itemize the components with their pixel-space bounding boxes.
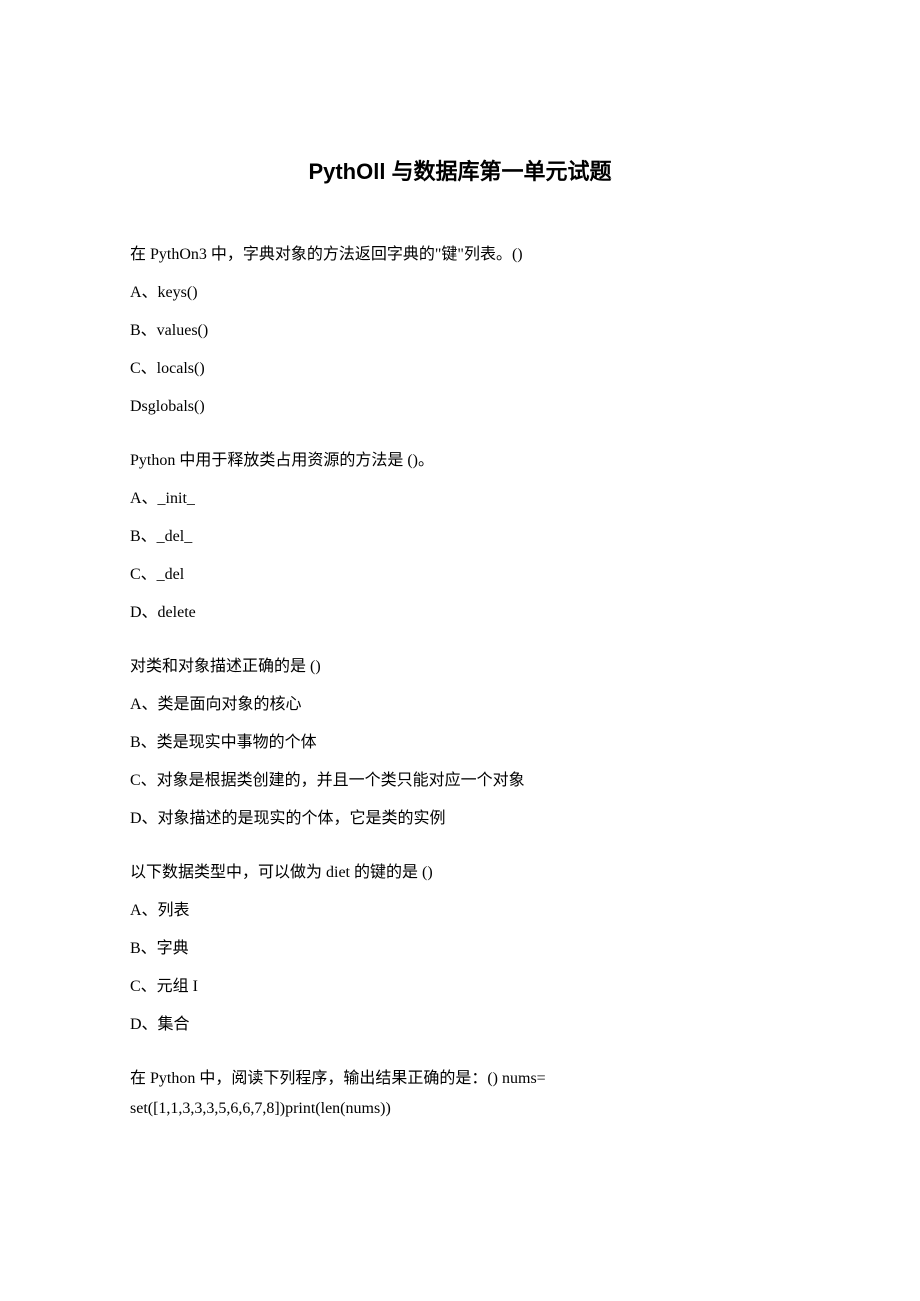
question-text: Python 中用于释放类占用资源的方法是 ()。 xyxy=(130,449,790,473)
option-c: C、_del xyxy=(130,563,790,587)
question-code-line: set([1,1,3,3,3,5,6,6,7,8])print(len(nums… xyxy=(130,1097,790,1121)
option-b: B、values() xyxy=(130,319,790,343)
question-text: 在 PythOn3 中，字典对象的方法返回字典的"键"列表。() xyxy=(130,243,790,267)
option-d: D、delete xyxy=(130,601,790,625)
question-text: 对类和对象描述正确的是 () xyxy=(130,655,790,679)
question-3: 对类和对象描述正确的是 () A、类是面向对象的核心 B、类是现实中事物的个体 … xyxy=(130,655,790,831)
question-4: 以下数据类型中，可以做为 diet 的键的是 () A、列表 B、字典 C、元组… xyxy=(130,861,790,1037)
option-d: Dsglobals() xyxy=(130,395,790,419)
option-a: A、列表 xyxy=(130,899,790,923)
option-b: B、类是现实中事物的个体 xyxy=(130,731,790,755)
option-d: D、集合 xyxy=(130,1013,790,1037)
question-2: Python 中用于释放类占用资源的方法是 ()。 A、_init_ B、_de… xyxy=(130,449,790,625)
option-b: B、_del_ xyxy=(130,525,790,549)
question-text: 以下数据类型中，可以做为 diet 的键的是 () xyxy=(130,861,790,885)
question-1: 在 PythOn3 中，字典对象的方法返回字典的"键"列表。() A、keys(… xyxy=(130,243,790,419)
page-title: PythOll 与数据库第一单元试题 xyxy=(130,155,790,188)
question-5: 在 Python 中，阅读下列程序，输出结果正确的是：() nums= set(… xyxy=(130,1067,790,1121)
option-c: C、对象是根据类创建的，并且一个类只能对应一个对象 xyxy=(130,769,790,793)
option-c: C、元组 I xyxy=(130,975,790,999)
option-a: A、_init_ xyxy=(130,487,790,511)
option-b: B、字典 xyxy=(130,937,790,961)
question-text: 在 Python 中，阅读下列程序，输出结果正确的是：() nums= xyxy=(130,1067,790,1091)
option-d: D、对象描述的是现实的个体，它是类的实例 xyxy=(130,807,790,831)
option-c: C、locals() xyxy=(130,357,790,381)
option-a: A、keys() xyxy=(130,281,790,305)
option-a: A、类是面向对象的核心 xyxy=(130,693,790,717)
